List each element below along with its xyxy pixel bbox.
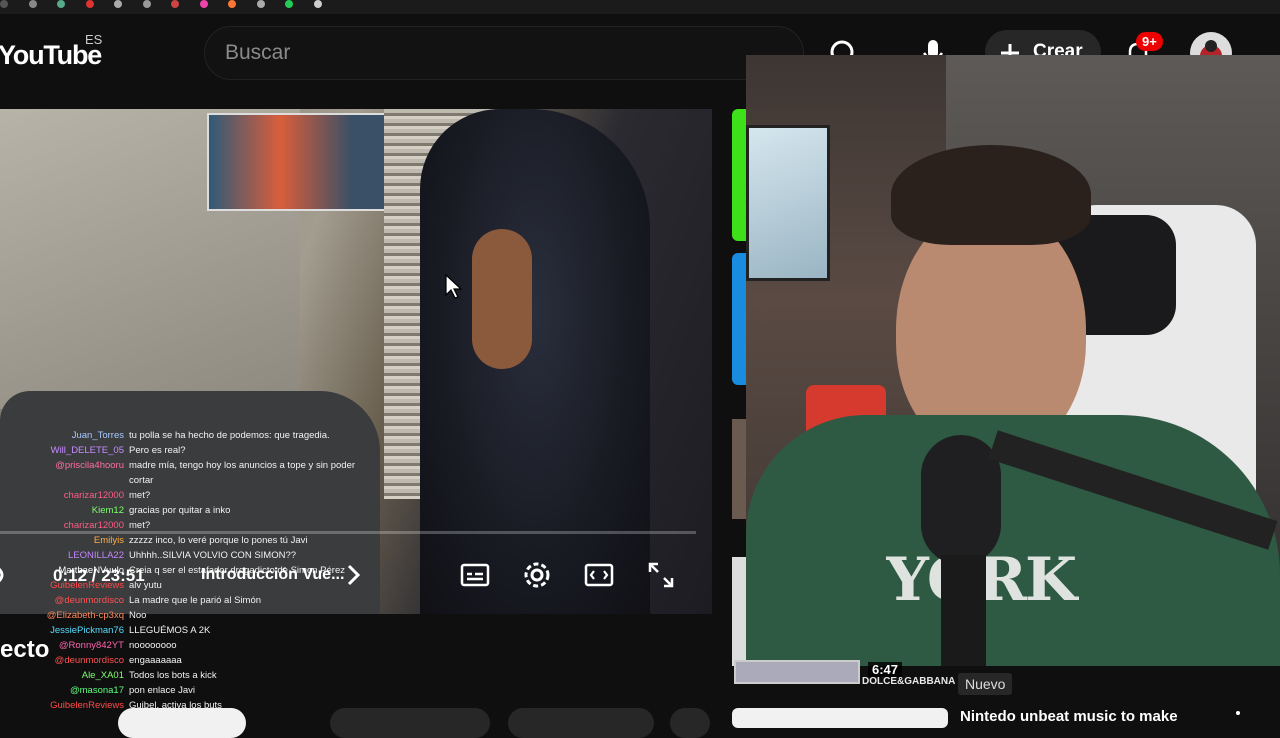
- wall-poster: [207, 113, 389, 211]
- chat-message: @Ronny842YT noooooooo: [0, 640, 370, 655]
- chat-text: La madre que le parió al Simón: [129, 595, 262, 606]
- mouse-cursor-icon: [445, 273, 462, 299]
- chat-text: cortar: [129, 475, 154, 486]
- chat-message: Will_DELETE_05 Pero es real?: [0, 445, 370, 460]
- bookmark-item[interactable]: [285, 0, 297, 8]
- chat-author[interactable]: GuibelenReviews: [0, 700, 129, 715]
- chat-author[interactable]: Will_DELETE_05: [0, 445, 129, 460]
- chat-text: zzzzz inco, lo veré porque lo pones tú J…: [129, 535, 308, 546]
- bookmark-item[interactable]: [256, 0, 269, 8]
- time-display: 0:12 / 23:51: [53, 566, 145, 585]
- bookmark-item[interactable]: [57, 0, 69, 8]
- settings-gear-icon[interactable]: [522, 560, 552, 590]
- chat-text: Pero es real?: [129, 445, 186, 456]
- chat-author[interactable]: Ale_XA01: [0, 670, 129, 685]
- bookmark-item[interactable]: [171, 0, 183, 8]
- country-code: ES: [85, 32, 103, 47]
- bookmark-item[interactable]: [0, 0, 12, 8]
- chat-author[interactable]: @priscila4hooru: [0, 460, 129, 475]
- recommendation-thumbnail[interactable]: [732, 708, 948, 728]
- chat-author[interactable]: charizar12000: [0, 490, 129, 505]
- bookmark-item[interactable]: [199, 0, 212, 8]
- action-pill[interactable]: [330, 708, 490, 738]
- bookmarks-bar: [0, 0, 1280, 14]
- notification-badge: 9+: [1136, 32, 1163, 51]
- chat-message: @Elizabeth-cp3xq Noo: [0, 610, 370, 625]
- theater-mode-icon[interactable]: [584, 560, 614, 590]
- chat-text: madre mía, tengo hoy los anuncios a tope…: [129, 460, 356, 471]
- bookmark-item[interactable]: [313, 0, 326, 8]
- more-options-icon[interactable]: [1232, 710, 1244, 724]
- action-pill[interactable]: [670, 708, 710, 738]
- video-progress-bar[interactable]: [0, 531, 696, 534]
- chat-text: gracias por quitar a inko: [129, 505, 231, 516]
- chat-text: noooooooo: [129, 640, 177, 651]
- bookmark-item[interactable]: [228, 0, 240, 8]
- jacket-liner: [472, 229, 532, 369]
- chat-author[interactable]: [0, 475, 129, 490]
- chat-text: Noo: [129, 610, 147, 621]
- action-pill[interactable]: [118, 708, 246, 738]
- chat-message: LEONILLA22 Uhhhh..SILVIA VOLVIO CON SIMON…: [0, 550, 370, 565]
- chat-message: charizar12000 met?: [0, 490, 370, 505]
- chat-author[interactable]: Juan_Torres: [0, 430, 129, 445]
- chat-text: pon enlace Javi: [129, 685, 196, 696]
- chat-author[interactable]: Emilyis: [0, 535, 129, 550]
- chat-text: Todos los bots a kick: [129, 670, 217, 681]
- chat-text: tu polla se ha hecho de podemos: que tra…: [129, 430, 330, 441]
- chat-message: Emilyis zzzzz inco, lo veré porque lo pon…: [0, 535, 370, 550]
- bookmark-item[interactable]: [85, 0, 98, 8]
- chat-author[interactable]: @Elizabeth-cp3xq: [0, 610, 129, 625]
- chat-message: @deunmordisco La madre que le parió al Si…: [0, 595, 370, 610]
- chat-text: met?: [129, 490, 151, 501]
- new-badge: Nuevo: [958, 673, 1013, 695]
- chat-author[interactable]: Kiem12: [0, 505, 129, 520]
- recommendation-thumbnail[interactable]: [734, 660, 860, 684]
- bookmark-item[interactable]: [114, 0, 126, 8]
- chat-message: Juan_Torres tu polla se ha hecho de podem…: [0, 430, 370, 445]
- hanging-jacket: [420, 109, 650, 614]
- chevron-right-icon[interactable]: [340, 560, 370, 590]
- chat-message: @deunmordisco engaaaaaaa: [0, 655, 370, 670]
- chat-message: @priscila4hooru madre mía, tengo hoy los …: [0, 460, 370, 475]
- chat-message: @masona17 pon enlace Javi: [0, 685, 370, 700]
- search-input[interactable]: Buscar: [204, 26, 804, 80]
- action-pill[interactable]: [508, 708, 654, 738]
- chat-message: cortar: [0, 475, 370, 490]
- streamer-webcam: YORK: [746, 55, 1280, 666]
- chat-text: Uhhhh..SILVIA VOLVIO CON SIMON??: [129, 550, 297, 561]
- thumbnail-brand-text: DOLCE&GABBANA: [862, 676, 956, 687]
- fullscreen-icon[interactable]: [646, 560, 676, 590]
- sidebar-thumbnails-strip[interactable]: [732, 109, 746, 709]
- chat-author[interactable]: @deunmordisco: [0, 595, 129, 610]
- video-title-fragment: ecto: [0, 636, 50, 663]
- chat-message: Kiem12 gracias por quitar a inko: [0, 505, 370, 520]
- volume-icon[interactable]: [0, 560, 24, 590]
- chat-message: JessiePickman76 LLEGUÉMOS A 2K: [0, 625, 370, 640]
- video-duration: 6:47: [868, 662, 903, 677]
- chat-author[interactable]: @masona17: [0, 685, 129, 700]
- chat-message: Ale_XA01 Todos los bots a kick: [0, 670, 370, 685]
- chat-text: LLEGUÉMOS A 2K: [129, 625, 211, 636]
- subtitles-icon[interactable]: [460, 560, 490, 590]
- recommendation-title[interactable]: Nintedo unbeat music to make: [960, 708, 1178, 725]
- bookmark-item[interactable]: [28, 0, 41, 8]
- chapter-title[interactable]: Introducción Vue...: [201, 566, 344, 584]
- chat-text: engaaaaaaa: [129, 655, 182, 666]
- bookmark-item[interactable]: [142, 0, 155, 8]
